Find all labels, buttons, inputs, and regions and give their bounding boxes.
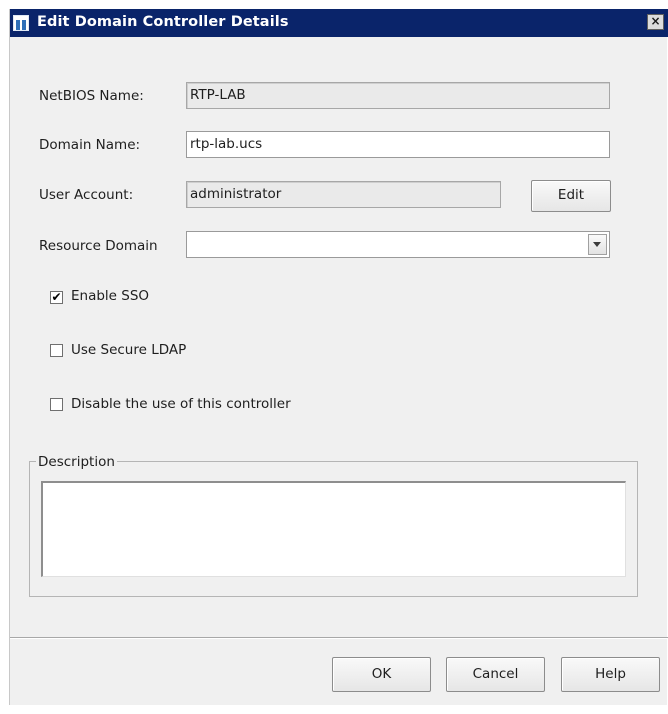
chevron-down-icon[interactable] (588, 234, 607, 255)
disable-controller-checkbox[interactable] (50, 398, 63, 411)
use-secure-ldap-label[interactable]: Use Secure LDAP (71, 342, 186, 358)
user-account-field: administrator (186, 181, 501, 208)
enable-sso-checkbox[interactable]: ✔ (50, 291, 63, 304)
edit-domain-controller-dialog: Edit Domain Controller Details × NetBIOS… (9, 9, 668, 705)
close-icon[interactable]: × (650, 14, 660, 28)
resource-domain-label: Resource Domain (39, 238, 158, 254)
ok-button-label: OK (371, 666, 392, 682)
cancel-button[interactable]: Cancel (446, 657, 545, 692)
edit-button-label: Edit (557, 187, 585, 203)
netbios-name-field: RTP-LAB (186, 82, 610, 109)
use-secure-ldap-checkbox[interactable] (50, 344, 63, 357)
ok-button[interactable]: OK (332, 657, 431, 692)
enable-sso-label[interactable]: Enable SSO (71, 288, 149, 304)
cancel-button-label: Cancel (472, 666, 519, 682)
domain-name-field[interactable]: rtp-lab.ucs (186, 131, 610, 158)
user-account-label: User Account: (39, 187, 134, 203)
disable-controller-label[interactable]: Disable the use of this controller (71, 396, 291, 412)
description-textarea[interactable] (41, 481, 626, 577)
checkmark-icon: ✔ (51, 290, 62, 304)
edit-user-account-button[interactable]: Edit (531, 180, 611, 212)
resource-domain-select[interactable] (186, 231, 610, 258)
description-legend: Description (36, 454, 117, 470)
footer-separator (10, 637, 668, 639)
domain-name-label: Domain Name: (39, 137, 141, 153)
close-button[interactable]: × (647, 14, 664, 30)
title-bar[interactable]: Edit Domain Controller Details × (10, 9, 668, 37)
netbios-name-label: NetBIOS Name: (39, 88, 144, 104)
window-title: Edit Domain Controller Details (37, 14, 289, 30)
help-button-label: Help (595, 666, 626, 682)
help-button[interactable]: Help (561, 657, 660, 692)
app-logo-icon (13, 15, 29, 31)
